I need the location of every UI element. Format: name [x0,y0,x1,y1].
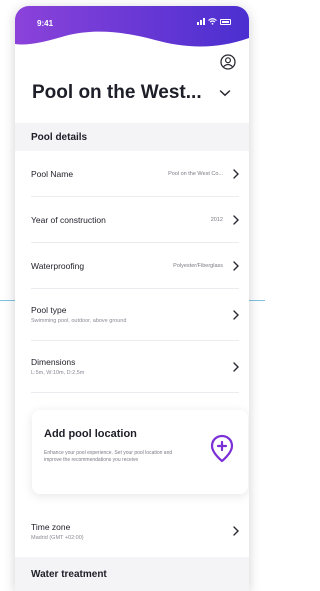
row-text: Pool type Swimming pool, outdoor, above … [31,305,126,324]
row-pool-type[interactable]: Pool type Swimming pool, outdoor, above … [31,289,239,341]
row-waterproofing[interactable]: Waterproofing Polyester/Fiberglass [31,243,239,289]
location-pin-add-icon[interactable] [210,434,234,464]
row-value: Pool on the West Co... [168,170,223,177]
section-title: Water treatment [31,568,107,580]
row-text: Time zone Madrid (GMT +02:00) [31,522,84,541]
row-sublabel: Madrid (GMT +02:00) [31,534,84,541]
wifi-icon [208,18,217,25]
pool-selector[interactable]: Pool on the West... [32,82,237,104]
chevron-right-icon [233,361,239,372]
status-bar-background [15,6,249,47]
row-label: Time zone [31,521,71,532]
add-pool-location-card[interactable]: Add pool location Enhance your pool expe… [32,410,248,494]
section-title: Pool details [31,131,88,143]
row-label: Waterproofing [31,260,85,271]
phone-screen: 9:41 Pool on the West... Pool details Po… [15,6,249,591]
row-value: Polyester/Fiberglass [173,262,223,269]
status-time: 9:41 [37,19,54,28]
chevron-right-icon [233,168,239,179]
row-label: Year of construction [31,214,106,225]
row-label: Pool type [31,305,67,315]
section-header-pool-details: Pool details [15,123,249,151]
row-year-of-construction[interactable]: Year of construction 2012 [31,197,239,243]
row-sublabel: Swimming pool, outdoor, above ground [31,318,127,324]
chevron-right-icon [233,214,239,225]
status-icons [197,18,231,25]
section-header-water-treatment: Water treatment [15,557,249,591]
chevron-right-icon [233,526,239,536]
battery-icon [220,18,231,25]
row-sublabel: L:5m, W:10m, D:2,5m [31,370,85,376]
row-pool-name[interactable]: Pool Name Pool on the West Co... [31,151,239,197]
chevron-down-icon[interactable] [219,89,231,97]
row-time-zone[interactable]: Time zone Madrid (GMT +02:00) [31,506,239,556]
page-title: Pool on the West... [32,82,202,103]
row-text: Dimensions L:5m, W:10m, D:2,5m [31,357,84,376]
row-label: Dimensions [31,357,76,367]
row-label: Pool Name [31,168,74,179]
chevron-right-icon [233,260,239,271]
signal-icon [197,18,205,25]
profile-icon[interactable] [220,54,236,70]
row-dimensions[interactable]: Dimensions L:5m, W:10m, D:2,5m [31,341,239,393]
card-description: Enhance your pool experience. Set your p… [44,450,173,463]
row-value: 2012 [210,216,223,223]
chevron-right-icon [233,309,239,320]
card-title: Add pool location [44,428,137,440]
